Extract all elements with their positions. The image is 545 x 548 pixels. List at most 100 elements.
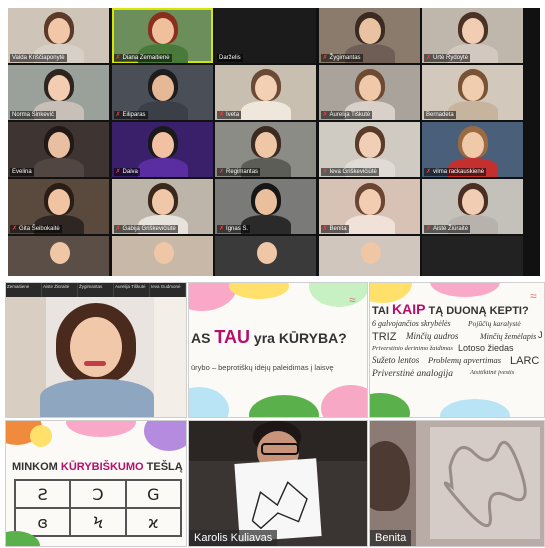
participant-name-label: ✗ Aurelija Tiškutė	[320, 111, 373, 119]
participant-face	[462, 132, 484, 158]
participant-face	[358, 18, 381, 44]
participant-face	[50, 242, 70, 264]
participant-tile-partial[interactable]	[215, 236, 316, 276]
participant-face	[48, 189, 70, 215]
technique-word: Lotoso žiedas	[458, 343, 514, 353]
participant-tile[interactable]: ✗ Ieva Griškevičiūtė	[318, 122, 420, 177]
technique-word: Minčių žemėlapis	[480, 332, 537, 341]
thumbnail-strip: Zemaitienė Aistė Žiūraitė Žygimantas Aureli…	[6, 283, 186, 297]
participant-tile[interactable]: ✗ Aurelija Tiškutė	[318, 65, 420, 120]
strip-thumbnail[interactable]: Aurelija Tiškutė	[114, 283, 150, 297]
participant-face	[358, 132, 381, 158]
participant-name-label: ✗ Regimantas	[217, 168, 261, 176]
muted-mic-icon: ✗	[322, 169, 328, 175]
video-grid: Valda Kriščiaponytė ✗ Diana Zemaitienė Darž…	[8, 8, 540, 276]
participant-face	[462, 75, 484, 101]
participant-tile[interactable]: ✗ Urtė Rydoytė	[422, 8, 523, 63]
participant-name-label: Bernadeta	[424, 111, 456, 119]
slide-kas-tau-kuryba: ≈ AS TAU yra KŪRYBA? ūrybo – beprotiškų …	[188, 282, 368, 418]
participant-face	[151, 189, 174, 215]
participant-name-label: ✗ Iveta	[217, 111, 242, 119]
participant-tile-partial[interactable]	[318, 236, 420, 276]
participant-face	[153, 242, 174, 264]
participant-tile[interactable]: ✗ Iveta	[215, 65, 316, 120]
dough-shapes-table: ƧƆGɞϞϰ	[14, 479, 182, 537]
participant-tile[interactable]: ✗ Aistė Žiūraitė	[422, 179, 523, 234]
strip-thumbnail[interactable]: Aistė Žiūraitė	[42, 283, 78, 297]
participant-name-label: ✗ Ignas S.	[217, 225, 251, 233]
muted-mic-icon: ✗	[322, 112, 328, 118]
participant-name-label: ✗ Eiliparas	[113, 111, 148, 119]
technique-word: Priverstinė analogija	[372, 369, 454, 379]
shape-cell: G	[125, 480, 181, 508]
participant-face	[151, 18, 174, 44]
participant-tile-partial[interactable]	[8, 236, 109, 276]
participant-tile-partial[interactable]	[422, 236, 523, 276]
participant-face	[257, 242, 277, 264]
technique-word: TRIZ	[372, 331, 397, 343]
wave-icon: ≈	[349, 293, 356, 307]
strip-thumbnail[interactable]: Žygimantas	[78, 283, 114, 297]
technique-word: Sužeto lentos	[372, 355, 420, 365]
shape-cell: Ϟ	[70, 508, 126, 536]
participant-name-label: ✗ Benita	[320, 225, 349, 233]
participant-face	[360, 242, 381, 264]
slide-tai-kaip: ≈ TAI KAIP TĄ DUONĄ KEPTI? 6 galvojančio…	[369, 282, 545, 418]
video-benita: Benita	[369, 420, 545, 547]
participant-name-label: ✗ Gita Šeibokaitė	[10, 225, 62, 233]
participant-face	[151, 132, 174, 158]
muted-mic-icon: ✗	[115, 226, 121, 232]
participant-face	[358, 189, 381, 215]
participant-face	[151, 75, 174, 101]
technique-word: Pojūčių karalystė	[468, 319, 521, 328]
participant-tile[interactable]: Norma Sinkevič	[8, 65, 109, 120]
muted-mic-icon: ✗	[219, 226, 225, 232]
participant-face	[255, 75, 277, 101]
muted-mic-icon: ✗	[12, 226, 18, 232]
participant-name-label: ✗ Aistė Žiūraitė	[424, 225, 471, 233]
participant-tile[interactable]: ✗ Regimantas	[215, 122, 316, 177]
participant-tile[interactable]: ✗ Gabija Griškevičiūtė	[111, 179, 213, 234]
strip-thumbnail[interactable]: Zemaitienė	[6, 283, 42, 297]
muted-mic-icon: ✗	[426, 169, 432, 175]
slide-title: AS TAU yra KŪRYBA?	[191, 327, 347, 347]
slide-subtitle: ūrybo – beprotiškų idėjų paleidimas į la…	[191, 363, 334, 372]
participant-tile[interactable]: Darželis	[215, 8, 316, 63]
participant-tile[interactable]: ✗ Eiliparas	[111, 65, 213, 120]
technique-word: Minčių audros	[406, 331, 459, 341]
participant-tile[interactable]: Evelina	[8, 122, 109, 177]
participant-tile[interactable]: ✗ Ignas S.	[215, 179, 316, 234]
speaker-panel: Zemaitienė Aistė Žiūraitė Žygimantas Aureli…	[5, 282, 187, 418]
slide-minkom-tesla: MINKOM KŪRYBIŠKUMO TEŠLĄ ƧƆGɞϞϰ	[5, 420, 187, 547]
muted-mic-icon: ✗	[426, 226, 432, 232]
participant-name-label: Evelina	[10, 168, 34, 176]
participant-face	[255, 132, 277, 158]
participant-name-label: ✗ Gabija Griškevičiūtė	[113, 225, 178, 233]
participant-tile[interactable]: ✗ Diana Zemaitienė	[111, 8, 213, 63]
muted-mic-icon: ✗	[322, 55, 328, 61]
participant-face	[48, 75, 70, 101]
participant-tile-partial[interactable]	[111, 236, 213, 276]
technique-word: 6 galvojančios skrybėlės	[372, 319, 451, 328]
participant-face	[462, 18, 484, 44]
participant-tile[interactable]: ✗ Žygimantas	[318, 8, 420, 63]
participant-name-label: ✗ vilma rackauskienė	[424, 168, 487, 176]
participant-name-label: ✗ Ieva Griškevičiūtė	[320, 168, 379, 176]
participant-tile[interactable]: Bernadeta	[422, 65, 523, 120]
technique-word: LARC	[510, 355, 540, 367]
shape-cell: Ƨ	[15, 480, 71, 508]
participant-tile[interactable]: ✗ Daiva	[111, 122, 213, 177]
participant-tile[interactable]: ✗ Benita	[318, 179, 420, 234]
participant-tile[interactable]: Valda Kriščiaponytė	[8, 8, 109, 63]
participant-name-label: ✗ Urtė Rydoytė	[424, 54, 471, 62]
participant-tile[interactable]: ✗ vilma rackauskienė	[422, 122, 523, 177]
held-paper	[430, 427, 540, 539]
shape-cell: Ɔ	[70, 480, 126, 508]
participant-tile[interactable]: ✗ Gita Šeibokaitė	[8, 179, 109, 234]
participant-name-label: ✗ Žygimantas	[320, 54, 363, 62]
strip-thumbnail[interactable]: Ieva Gudmonė	[150, 283, 186, 297]
participant-face	[358, 75, 381, 101]
participant-name: Karolis Kuliavas	[189, 530, 278, 546]
participant-face	[255, 189, 277, 215]
muted-mic-icon: ✗	[115, 112, 121, 118]
